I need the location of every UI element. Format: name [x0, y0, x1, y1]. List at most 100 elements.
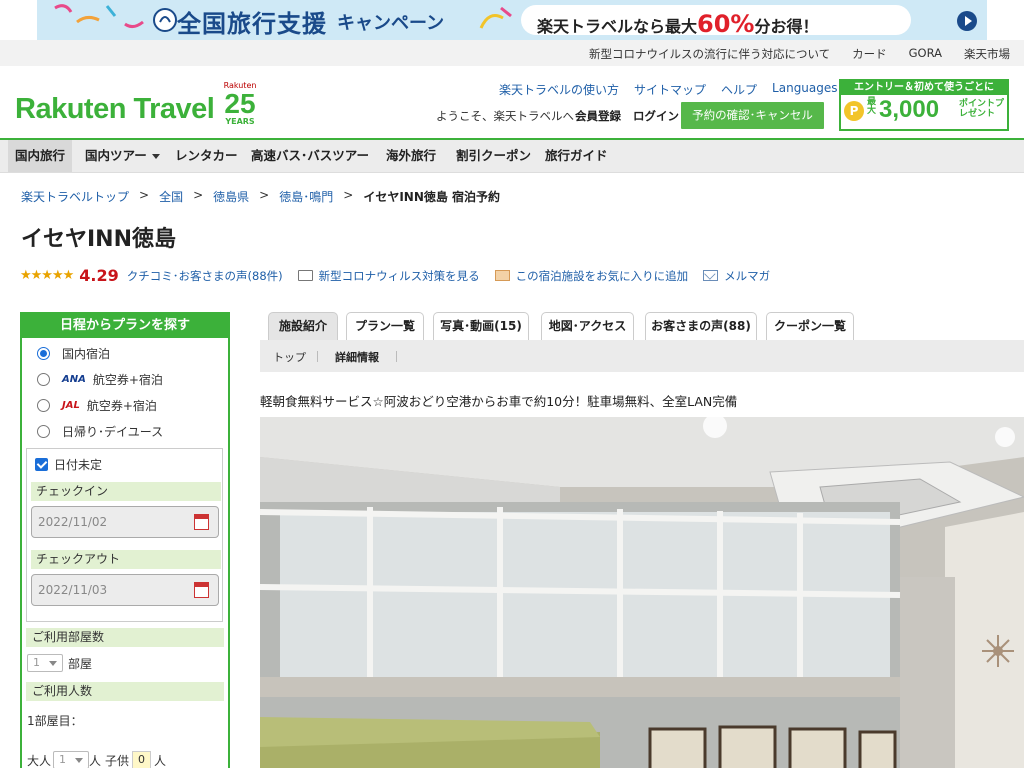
campaign-banner-area: 全国旅行支援 キャンペーン 楽天トラベルなら最大60%分お得！ — [0, 0, 1024, 40]
option-domestic[interactable]: 国内宿泊 — [37, 345, 110, 362]
calendar-icon[interactable] — [194, 582, 209, 598]
radio-domestic[interactable] — [37, 347, 50, 360]
hotel-name: イセヤINN徳島 — [21, 227, 177, 252]
util-link-gora[interactable]: GORA — [909, 46, 942, 62]
radio-dayuse[interactable] — [37, 425, 50, 438]
banner-promo-percent: 60% — [697, 10, 755, 38]
breadcrumb: 楽天トラベルトップ > 全国 > 徳島県 > 徳島･鳴門 > イセヤINN徳島 宿泊予約 — [21, 188, 501, 205]
chevron-down-icon — [151, 154, 160, 159]
breadcrumb-national[interactable]: 全国 — [159, 188, 183, 205]
subtab-top[interactable]: トップ — [273, 349, 306, 365]
radio-ana[interactable] — [37, 373, 50, 386]
tab-photos[interactable]: 写真･動画(15) — [433, 312, 529, 340]
breadcrumb-top[interactable]: 楽天トラベルトップ — [21, 188, 129, 205]
register-link[interactable]: 会員登録 — [575, 108, 621, 124]
subtab-bar: トップ 詳細情報 — [260, 340, 1024, 372]
link-howto[interactable]: 楽天トラベルの使い方 — [499, 81, 619, 98]
checkin-label: チェックイン — [31, 482, 221, 501]
calendar-icon[interactable] — [194, 514, 209, 530]
option-dayuse[interactable]: 日帰り･デイユース — [37, 423, 163, 440]
promo-label: ポイントプレゼント — [959, 99, 1005, 120]
breadcrumb-area[interactable]: 徳島･鳴門 — [279, 188, 333, 205]
banner-title: 全国旅行支援 — [177, 10, 327, 38]
radio-jal[interactable] — [37, 399, 50, 412]
star-rating-icon: ★★★★★ — [20, 268, 74, 283]
panel-title: 日程からプランを探す — [22, 314, 228, 338]
util-link-covid[interactable]: 新型コロナウイルスの流行に伴う対応について — [589, 46, 830, 62]
reviews-link[interactable]: クチコミ･お客さまの声(88件) — [127, 268, 283, 284]
util-link-ichiba[interactable]: 楽天市場 — [964, 46, 1010, 62]
play-icon[interactable] — [957, 11, 977, 31]
promo-top-text: エントリー＆初めて使うごとに — [841, 81, 1007, 95]
breadcrumb-current: イセヤINN徳島 宿泊予約 — [363, 190, 501, 204]
checkout-label: チェックアウト — [31, 550, 221, 569]
lobby-photo-illustration — [260, 417, 1024, 768]
header-links: 楽天トラベルの使い方 サイトマップ ヘルプ Languages — [499, 81, 866, 98]
utility-bar: 新型コロナウイルスの流行に伴う対応について カード GORA 楽天市場 — [0, 40, 1024, 66]
date-box: 日付未定 チェックイン 2022/11/02 チェックアウト 2022/11/0… — [26, 448, 223, 622]
date-search-panel: 日程からプランを探す 国内宿泊 ANA 航空券+宿泊 JAL 航空券+宿泊 日帰り･… — [20, 312, 230, 768]
campaign-banner[interactable]: 全国旅行支援 キャンペーン 楽天トラベルなら最大60%分お得！ — [37, 0, 987, 40]
tab-map[interactable]: 地図･アクセス — [541, 312, 634, 340]
jal-logo: JAL — [62, 400, 80, 411]
hotel-main-photo[interactable] — [260, 417, 1024, 768]
tab-reviews[interactable]: お客さまの声(88) — [645, 312, 757, 340]
people-row: 大人 1 人 子供 0 人 — [27, 751, 167, 768]
covid-measures-link[interactable]: 新型コロナウィルス対策を見る — [319, 268, 480, 284]
review-score: 4.29 — [79, 266, 119, 285]
favorite-icon — [494, 270, 510, 281]
date-undecided-checkbox[interactable] — [35, 458, 48, 471]
breadcrumb-prefecture[interactable]: 徳島県 — [213, 188, 249, 205]
welcome-text: ようこそ、楽天トラベルへ — [436, 109, 574, 123]
link-sitemap[interactable]: サイトマップ — [634, 81, 706, 98]
hotel-catchphrase: 軽朝食無料サービス☆阿波おどり空港からお車で約10分！駐車場無料、全室LAN完備 — [260, 394, 738, 409]
nav-overseas[interactable]: 海外旅行 — [379, 140, 443, 172]
date-undecided-row[interactable]: 日付未定 — [35, 456, 102, 473]
nav-coupon[interactable]: 割引クーポン — [449, 140, 538, 172]
subtab-details[interactable]: 詳細情報 — [335, 349, 379, 365]
ana-logo: ANA — [62, 374, 86, 385]
confetti-decoration — [54, 4, 177, 32]
banner-promo-prefix: 楽天トラベルなら最大 — [537, 17, 698, 36]
nav-bus[interactable]: 高速バス･バスツアー — [244, 140, 376, 172]
nav-domestic-tour[interactable]: 国内ツアー — [78, 140, 167, 172]
link-help[interactable]: ヘルプ — [721, 81, 757, 98]
main-nav: 国内旅行 国内ツアー レンタカー 高速バス･バスツアー 海外旅行 割引クーポン … — [0, 140, 1024, 173]
nav-domestic[interactable]: 国内旅行 — [8, 140, 73, 172]
checkout-input[interactable]: 2022/11/03 — [31, 574, 219, 606]
site-header: Rakuten Travel Rakuten 25 YEARS 楽天トラベルの使… — [0, 66, 1024, 140]
rakuten-travel-logo[interactable]: Rakuten Travel — [15, 93, 215, 126]
banner-promo-pill: 楽天トラベルなら最大60%分お得！ — [521, 5, 911, 38]
mail-icon — [703, 270, 719, 281]
tab-plans[interactable]: プラン一覧 — [346, 312, 424, 340]
children-input[interactable]: 0 — [132, 751, 152, 768]
option-jal[interactable]: JAL 航空券+宿泊 — [37, 397, 157, 414]
option-ana[interactable]: ANA 航空券+宿泊 — [37, 371, 163, 388]
banner-promo-suffix: 分お得！ — [754, 17, 819, 36]
util-link-card[interactable]: カード — [852, 46, 887, 62]
rooms-label: ご利用部屋数 — [26, 628, 224, 647]
promo-points: 3,000 — [879, 96, 940, 123]
rooms-row: 1 部屋 — [27, 654, 92, 672]
add-favorite-link[interactable]: この宿泊施設をお気に入りに追加 — [516, 268, 689, 284]
rating-row: ★★★★★ 4.29 クチコミ･お客さまの声(88件) 新型コロナウィルス対策を… — [20, 266, 770, 285]
checkin-input[interactable]: 2022/11/02 — [31, 506, 219, 538]
tab-overview[interactable]: 施設紹介 — [268, 312, 338, 340]
anniversary-logo: Rakuten 25 YEARS — [223, 81, 257, 126]
nav-rentacar[interactable]: レンタカー — [168, 140, 245, 172]
room1-label: 1部屋目： — [27, 714, 83, 728]
mail-magazine-link[interactable]: メルマガ — [724, 268, 770, 284]
confetti-decoration — [479, 6, 512, 29]
points-promo-banner[interactable]: エントリー＆初めて使うごとに P 最大 3,000 ポイントプレゼント — [839, 79, 1009, 131]
document-icon — [297, 270, 313, 281]
rooms-select[interactable]: 1 — [27, 654, 63, 672]
promo-prefix: 最大 — [867, 97, 877, 117]
tab-coupons[interactable]: クーポン一覧 — [766, 312, 854, 340]
login-link[interactable]: ログイン — [633, 108, 679, 124]
adults-select[interactable]: 1 — [53, 751, 90, 768]
banner-subtitle: キャンペーン — [337, 13, 445, 34]
people-label: ご利用人数 — [26, 682, 224, 701]
reservation-check-button[interactable]: 予約の確認･キャンセル — [681, 102, 824, 129]
nav-guide[interactable]: 旅行ガイド — [538, 140, 615, 172]
point-coin-icon: P — [844, 101, 864, 121]
